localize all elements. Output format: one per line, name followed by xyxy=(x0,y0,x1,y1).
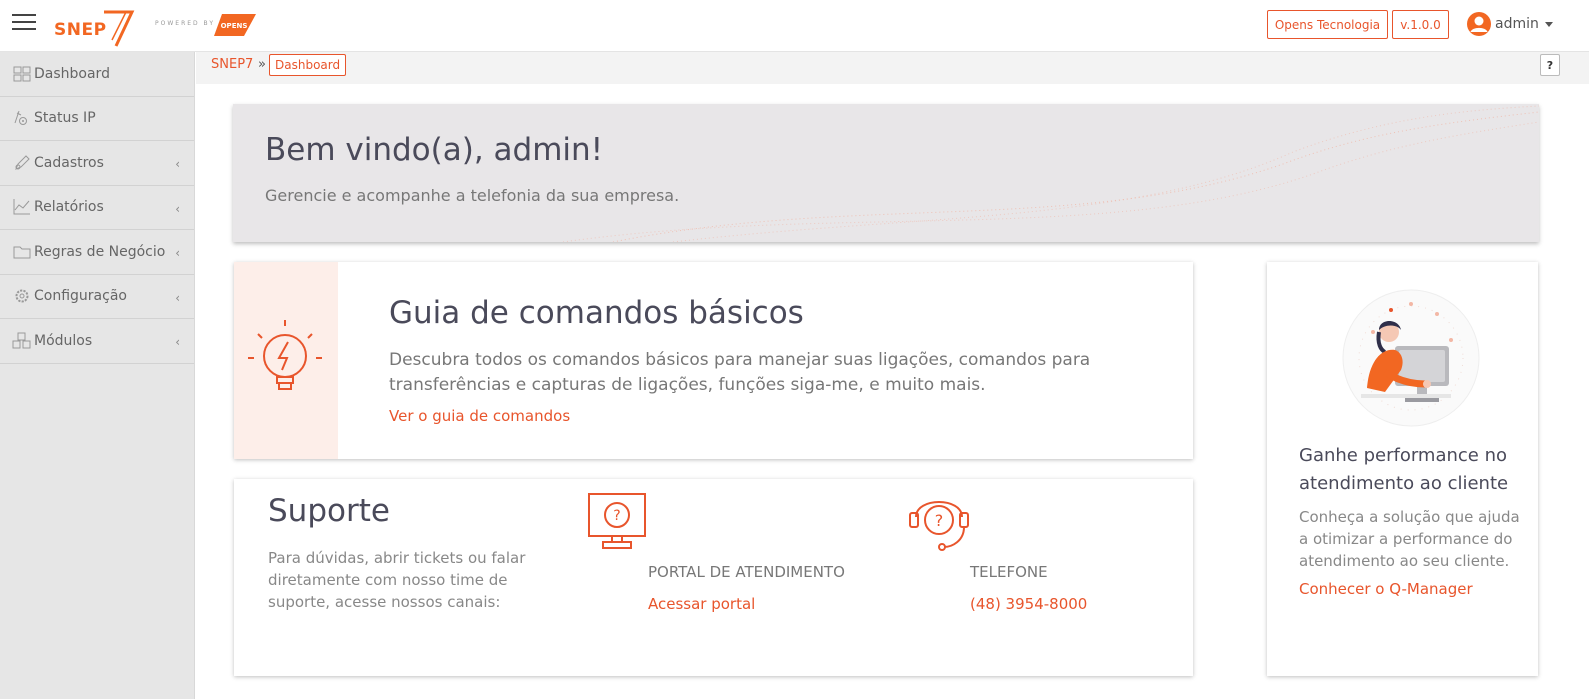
version-button[interactable]: v.1.0.0 xyxy=(1392,10,1449,39)
breadcrumb-root-link[interactable]: SNEP7 xyxy=(211,57,253,72)
welcome-banner: Bem vindo(a), admin! Gerencie e acompanh… xyxy=(233,104,1539,242)
guide-icon-panel xyxy=(234,262,338,459)
opens-logo-text: OPENS xyxy=(221,22,248,30)
qmanager-card: Ganhe performance no atendimento ao clie… xyxy=(1267,262,1538,676)
top-header: SNEP POWERED BY OPENS Opens Tecnologia v… xyxy=(0,0,1589,52)
sidebar-item-label: Cadastros xyxy=(34,154,104,171)
phone-label: TELEFONE xyxy=(970,563,1048,581)
chevron-left-icon: ‹ xyxy=(175,246,180,260)
sidebar-item-cadastros[interactable]: Cadastros ‹ xyxy=(0,141,194,186)
support-portal-column: ? PORTAL DE ATENDIMENTO Acessar portal xyxy=(588,491,845,613)
svg-text:?: ? xyxy=(935,511,944,530)
customer-service-illustration xyxy=(1342,289,1480,427)
opens-logo-icon: OPENS xyxy=(214,14,256,36)
user-menu[interactable]: admin xyxy=(1467,12,1553,36)
sidebar-item-regras-de-negocio[interactable]: Regras de Negócio ‹ xyxy=(0,230,194,275)
portal-label: PORTAL DE ATENDIMENTO xyxy=(648,563,845,581)
sidebar-item-relatorios[interactable]: Relatórios ‹ xyxy=(0,186,194,230)
phone-link[interactable]: (48) 3954-8000 xyxy=(970,595,1087,613)
portal-link[interactable]: Acessar portal xyxy=(648,595,755,613)
guide-link[interactable]: Ver o guia de comandos xyxy=(389,407,570,425)
support-card: Suporte Para dúvidas, abrir tickets ou f… xyxy=(234,479,1193,676)
chevron-down-icon xyxy=(1544,21,1553,27)
monitor-help-icon: ? xyxy=(588,493,646,549)
snep-logo[interactable]: SNEP xyxy=(54,8,136,48)
sidebar: Dashboard Status IP Cadastros ‹ Relatóri… xyxy=(0,52,195,699)
sidebar-item-label: Configuração xyxy=(34,288,127,305)
sidebar-item-configuracao[interactable]: Configuração ‹ xyxy=(0,275,194,319)
support-phone-column: ? TELEFONE (48) 3954-8000 xyxy=(908,491,1087,613)
qmanager-link[interactable]: Conhecer o Q-Manager xyxy=(1299,580,1473,598)
chevron-left-icon: ‹ xyxy=(175,157,180,171)
welcome-title: Bem vindo(a), admin! xyxy=(265,132,604,168)
company-button[interactable]: Opens Tecnologia xyxy=(1267,10,1388,39)
sidebar-item-modulos[interactable]: Módulos ‹ xyxy=(0,319,194,364)
guide-description: Descubra todos os comandos básicos para … xyxy=(389,350,1091,395)
breadcrumb: SNEP7 » Dashboard ? xyxy=(196,52,1589,84)
sidebar-item-dashboard[interactable]: Dashboard xyxy=(0,52,194,97)
logo-seven-icon xyxy=(104,10,135,47)
hamburger-menu-icon[interactable] xyxy=(12,14,36,32)
grid-icon xyxy=(12,65,32,83)
folder-icon xyxy=(12,243,32,261)
decorative-wave-pattern xyxy=(562,105,1539,242)
powered-by-label: POWERED BY xyxy=(155,20,216,27)
user-avatar-icon xyxy=(1467,12,1491,36)
chevron-left-icon: ‹ xyxy=(175,290,180,305)
user-name: admin xyxy=(1495,16,1539,32)
guide-card: Guia de comandos básicos Descubra todos … xyxy=(234,262,1193,459)
sidebar-item-label: Dashboard xyxy=(34,65,110,82)
main-content: Bem vindo(a), admin! Gerencie e acompanh… xyxy=(196,84,1589,699)
sidebar-item-label: Regras de Negócio xyxy=(34,243,166,260)
network-status-icon xyxy=(12,109,32,127)
sidebar-item-label: Status IP xyxy=(34,110,96,127)
logo-text: SNEP xyxy=(54,20,107,40)
breadcrumb-current: Dashboard xyxy=(269,54,347,76)
breadcrumb-separator: » xyxy=(258,57,266,72)
support-title: Suporte xyxy=(268,493,390,529)
sidebar-item-status-ip[interactable]: Status IP xyxy=(0,97,194,141)
qmanager-title: Ganhe performance no atendimento ao clie… xyxy=(1299,445,1509,494)
cubes-icon xyxy=(12,332,32,350)
welcome-subtitle: Gerencie e acompanhe a telefonia da sua … xyxy=(265,186,680,205)
chevron-left-icon: ‹ xyxy=(175,335,180,349)
headset-help-icon: ? xyxy=(909,501,969,551)
sidebar-item-label: Módulos xyxy=(34,332,93,349)
lightbulb-icon xyxy=(248,320,322,390)
svg-text:?: ? xyxy=(613,508,620,524)
guide-title: Guia de comandos básicos xyxy=(389,295,804,331)
help-button[interactable]: ? xyxy=(1540,54,1560,76)
qmanager-description: Conheça a solução que ajuda a otimizar a… xyxy=(1299,508,1520,570)
line-chart-icon xyxy=(12,198,32,216)
chevron-left-icon: ‹ xyxy=(175,201,180,216)
edit-icon xyxy=(12,154,32,172)
support-description: Para dúvidas, abrir tickets ou falar dir… xyxy=(268,549,526,611)
sidebar-item-label: Relatórios xyxy=(34,199,104,216)
gear-icon xyxy=(12,287,32,305)
